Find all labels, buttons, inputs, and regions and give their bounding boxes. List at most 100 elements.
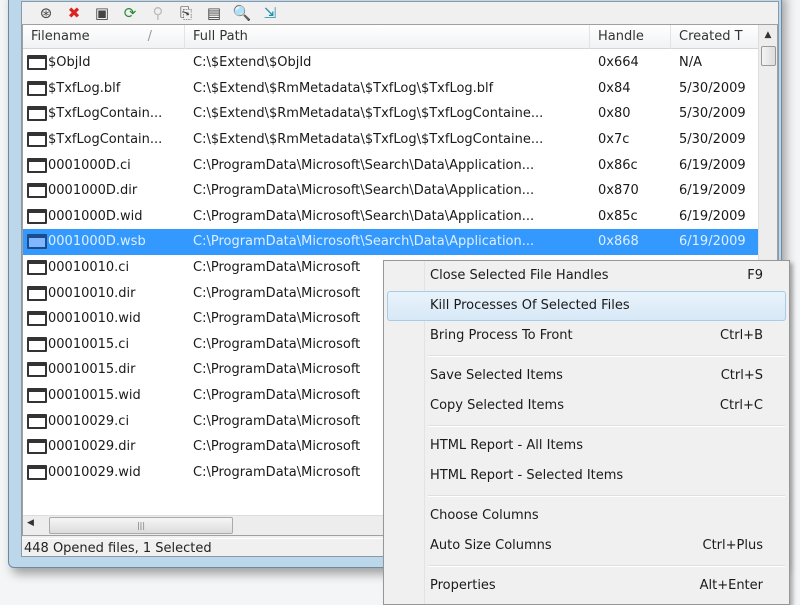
- menu-item-label: Copy Selected Items: [430, 398, 564, 413]
- cell-created: 6/19/2009: [679, 234, 746, 250]
- cell-full-path: C:\ProgramData\Microsoft\Search\Data\App…: [193, 234, 535, 250]
- cell-created: 5/30/2009: [679, 132, 746, 148]
- file-icon: [27, 183, 47, 199]
- cell-filename: $TxfLog.blf: [23, 80, 185, 96]
- menu-separator: [384, 491, 789, 501]
- file-icon: [27, 464, 47, 480]
- cell-filename: 00010010.dir: [23, 285, 185, 301]
- filename-text: 0001000D.dir: [48, 183, 138, 199]
- table-row[interactable]: 0001000D.wsb C:\ProgramData\Microsoft\Sea…: [23, 229, 759, 255]
- filename-text: 00010015.ci: [48, 336, 130, 352]
- file-icon: [27, 106, 47, 122]
- file-icon: [27, 132, 47, 148]
- filename-text: 00010015.dir: [48, 362, 136, 378]
- exit-icon[interactable]: ⇲: [260, 4, 280, 22]
- html-report-icon[interactable]: ▤: [204, 4, 224, 22]
- menu-item-kill-processes-of-selected-files[interactable]: Kill Processes Of Selected Files: [387, 291, 786, 321]
- cell-filename: 0001000D.dir: [23, 183, 185, 199]
- cell-full-path: C:\$Extend\$RmMetadata\$TxfLog\$TxfLog.b…: [193, 80, 494, 96]
- table-row[interactable]: 0001000D.dir C:\ProgramData\Microsoft\Sea…: [23, 178, 759, 204]
- copy-icon[interactable]: ⎘: [176, 4, 196, 22]
- cell-created: 5/30/2009: [679, 106, 746, 122]
- menu-item-label: Bring Process To Front: [430, 328, 573, 343]
- table-row[interactable]: 0001000D.ci C:\ProgramData\Microsoft\Sear…: [23, 152, 759, 178]
- file-icon: [27, 234, 47, 250]
- cell-handle: 0x664: [598, 55, 639, 71]
- menu-item-shortcut: Ctrl+B: [720, 328, 763, 343]
- file-icon: [27, 285, 47, 301]
- table-row[interactable]: 0001000D.wid C:\ProgramData\Microsoft\Sea…: [23, 204, 759, 230]
- cell-handle: 0x7c: [598, 132, 630, 148]
- menu-item-shortcut: Ctrl+Plus: [702, 538, 764, 553]
- refresh-icon[interactable]: ⟳: [120, 4, 140, 22]
- filename-text: 00010015.wid: [48, 388, 141, 404]
- menu-item-bring-process-to-front[interactable]: Bring Process To Front Ctrl+B: [384, 321, 789, 351]
- sort-indicator-icon: /: [147, 29, 153, 44]
- scroll-up-icon[interactable]: ▲: [759, 25, 777, 45]
- filename-text: $TxfLogContain...: [48, 132, 163, 148]
- cell-filename: $TxfLogContain...: [23, 106, 185, 122]
- menu-item-close-selected-file-handles[interactable]: Close Selected File Handles F9: [384, 261, 789, 291]
- toolbar: ⊛ ✖ ▣ ⟳ ⚲ ⎘ ▤ 🔍 ⇲: [22, 2, 778, 24]
- menu-item-shortcut: Alt+Enter: [699, 578, 763, 593]
- cell-filename: $TxfLogContain...: [23, 132, 185, 148]
- cell-created: 6/19/2009: [679, 208, 746, 224]
- filename-text: $TxfLogContain...: [48, 106, 163, 122]
- menu-item-properties[interactable]: Properties Alt+Enter: [384, 571, 789, 601]
- menu-item-html-report-all-items[interactable]: HTML Report - All Items: [384, 431, 789, 461]
- cell-filename: $ObjId: [23, 55, 185, 71]
- menu-item-choose-columns[interactable]: Choose Columns: [384, 501, 789, 531]
- file-icon: [27, 439, 47, 455]
- properties-icon[interactable]: ⊛: [36, 4, 56, 22]
- scrollbar-thumb[interactable]: |||: [49, 517, 233, 534]
- menu-item-label: Auto Size Columns: [430, 538, 552, 553]
- find-icon[interactable]: 🔍: [232, 4, 252, 22]
- menu-item-save-selected-items[interactable]: Save Selected Items Ctrl+S: [384, 361, 789, 391]
- menu-item-shortcut: F9: [747, 268, 763, 283]
- file-icon: [27, 157, 47, 173]
- menu-item-copy-selected-items[interactable]: Copy Selected Items Ctrl+C: [384, 391, 789, 421]
- cell-handle: 0x84: [598, 80, 631, 96]
- menu-item-label: Close Selected File Handles: [430, 268, 609, 283]
- cell-filename: 00010029.ci: [23, 413, 185, 429]
- cell-full-path: C:\$Extend\$ObjId: [193, 55, 312, 71]
- cell-created: 6/19/2009: [679, 157, 746, 173]
- table-row[interactable]: $TxfLog.blf C:\$Extend\$RmMetadata\$TxfLo…: [23, 76, 759, 102]
- menu-item-label: HTML Report - All Items: [430, 438, 583, 453]
- column-header-handle[interactable]: Handle: [590, 25, 671, 49]
- scroll-left-icon[interactable]: ◀: [27, 518, 34, 528]
- save-icon[interactable]: ▣: [92, 4, 112, 22]
- cell-filename: 00010029.wid: [23, 464, 185, 480]
- column-label: Filename: [31, 29, 90, 44]
- table-row[interactable]: $ObjId C:\$Extend\$ObjId 0x664 N/A: [23, 50, 759, 76]
- cell-filename: 00010015.wid: [23, 388, 185, 404]
- menu-item-label: Choose Columns: [430, 508, 539, 523]
- menu-item-auto-size-columns[interactable]: Auto Size Columns Ctrl+Plus: [384, 531, 789, 561]
- cell-full-path: C:\$Extend\$RmMetadata\$TxfLog\$TxfLogCo…: [193, 132, 544, 148]
- close-handles-icon[interactable]: ✖: [64, 4, 84, 22]
- cell-filename: 00010029.dir: [23, 439, 185, 455]
- filter-icon[interactable]: ⚲: [148, 4, 168, 22]
- file-icon: [27, 55, 47, 71]
- menu-item-html-report-selected-items[interactable]: HTML Report - Selected Items: [384, 461, 789, 491]
- cell-created: N/A: [679, 55, 702, 71]
- cell-created: 5/30/2009: [679, 80, 746, 96]
- table-row[interactable]: $TxfLogContain... C:\$Extend\$RmMetadata\…: [23, 127, 759, 153]
- menu-item-label: HTML Report - Selected Items: [430, 468, 624, 483]
- scrollbar-thumb[interactable]: [761, 46, 776, 66]
- column-header-created[interactable]: Created T: [671, 25, 759, 49]
- filename-text: 00010010.dir: [48, 285, 136, 301]
- cell-filename: 00010015.dir: [23, 362, 185, 378]
- cell-handle: 0x80: [598, 106, 631, 122]
- cell-handle: 0x85c: [598, 208, 638, 224]
- column-header-full-path[interactable]: Full Path: [185, 25, 590, 49]
- filename-text: 00010010.ci: [48, 260, 130, 276]
- menu-item-shortcut: Ctrl+S: [720, 368, 763, 383]
- table-row[interactable]: $TxfLogContain... C:\$Extend\$RmMetadata\…: [23, 101, 759, 127]
- file-icon: [27, 208, 47, 224]
- filename-text: 0001000D.wid: [48, 208, 143, 224]
- cell-created: 6/19/2009: [679, 183, 746, 199]
- file-icon: [27, 413, 47, 429]
- column-header-filename[interactable]: Filename /: [23, 25, 185, 49]
- filename-text: 0001000D.ci: [48, 157, 131, 173]
